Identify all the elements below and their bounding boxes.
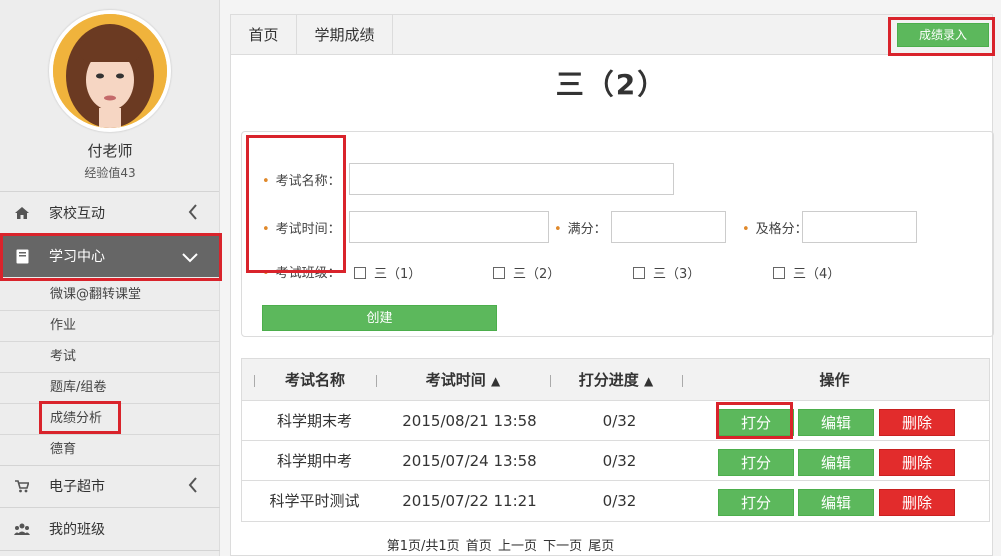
chevron-left-icon	[188, 477, 198, 497]
pagination: 第1页/共1页 首页 上一页 下一页 尾页	[0, 535, 1001, 554]
column-header-progress[interactable]: 打分进度 ▲	[550, 359, 682, 401]
class-checkbox-4[interactable]: 三（4）	[773, 263, 840, 282]
table-row: 科学期中考 2015/07/24 13:58 0/32 打分 编辑 删除	[242, 441, 989, 481]
exam-name-cell: 科学期中考	[276, 452, 352, 470]
page-title: 三（2）	[555, 68, 668, 101]
class-checkbox-2[interactable]: 三（2）	[493, 263, 560, 282]
tab-semester-scores[interactable]: 学期成绩	[297, 15, 393, 55]
exam-time-cell: 2015/07/22 11:21	[402, 492, 537, 510]
main-panel: 首页 学期成绩 成绩录入 三（2） • 考试名称： • 考试时间： • 考试班级： •…	[230, 14, 994, 556]
edit-button[interactable]: 编辑	[798, 409, 874, 436]
sidebar-item-e-market[interactable]: 电子超市	[0, 465, 220, 507]
next-page-link[interactable]: 下一页	[543, 539, 582, 554]
progress-cell: 0/32	[602, 412, 637, 430]
chevron-left-icon	[188, 204, 198, 224]
delete-button[interactable]: 删除	[879, 449, 955, 476]
checkbox-icon	[633, 266, 645, 279]
group-icon	[14, 522, 30, 536]
sidebar-item-label: 电子超市	[49, 479, 105, 495]
prev-page-link[interactable]: 上一页	[498, 539, 537, 554]
column-header-actions: 操作	[819, 371, 850, 389]
experience-value: 经验值43	[84, 166, 136, 180]
table-row: 科学期末考 2015/08/21 13:58 0/32 打分 编辑 删除	[242, 401, 989, 441]
delete-button[interactable]: 删除	[879, 489, 955, 516]
chevron-down-icon	[182, 248, 198, 267]
sidebar-item-label: 学习中心	[49, 249, 105, 265]
last-page-link[interactable]: 尾页	[588, 539, 614, 554]
book-icon	[14, 249, 30, 263]
first-page-link[interactable]: 首页	[466, 539, 492, 554]
cart-icon	[14, 479, 30, 493]
sidebar-subitem-homework[interactable]: 作业	[0, 311, 220, 342]
teacher-name: 付老师	[87, 142, 133, 160]
sidebar-item-label: 家校互动	[49, 206, 105, 222]
progress-cell: 0/32	[602, 492, 637, 510]
profile-panel: 付老师 经验值43	[0, 0, 219, 192]
sidebar-subitem-moral-education[interactable]: 德育	[0, 435, 220, 466]
home-icon	[14, 206, 30, 220]
exam-time-cell: 2015/07/24 13:58	[402, 452, 537, 470]
delete-button[interactable]: 删除	[879, 409, 955, 436]
class-checkbox-1[interactable]: 三（1）	[354, 263, 421, 282]
avatar[interactable]	[49, 10, 171, 132]
exam-name-cell: 科学平时测试	[269, 492, 360, 510]
exam-name-input[interactable]	[349, 163, 674, 195]
sidebar-subitem-exam[interactable]: 考试	[0, 342, 220, 373]
pass-score-label: • 及格分：	[742, 222, 808, 237]
exam-name-cell: 科学期末考	[276, 412, 352, 430]
sidebar: 付老师 经验值43 家校互动 学习中心 微课@翻转课堂 作业 考试 题库/组卷 …	[0, 0, 220, 556]
checkbox-icon	[354, 266, 366, 279]
sort-up-icon: ▲	[491, 374, 501, 388]
exam-time-label: • 考试时间：	[262, 222, 341, 237]
sidebar-item-home-school[interactable]: 家校互动	[0, 192, 220, 234]
full-score-label: • 满分：	[554, 222, 607, 237]
create-exam-form: • 考试名称： • 考试时间： • 考试班级： • 满分： • 及格分： 三（1） 三（2…	[241, 131, 994, 337]
grade-button[interactable]: 打分	[718, 489, 794, 516]
exam-time-input[interactable]	[349, 211, 549, 243]
pass-score-input[interactable]	[802, 211, 917, 243]
grade-button[interactable]: 打分	[718, 409, 794, 436]
edit-button[interactable]: 编辑	[798, 449, 874, 476]
grade-button[interactable]: 打分	[718, 449, 794, 476]
exam-name-label: • 考试名称：	[262, 174, 341, 189]
progress-cell: 0/32	[602, 452, 637, 470]
sidebar-subitem-question-bank[interactable]: 题库/组卷	[0, 373, 220, 404]
exam-class-label: • 考试班级：	[262, 266, 341, 281]
sidebar-subitem-micro-course[interactable]: 微课@翻转课堂	[0, 280, 220, 311]
full-score-input[interactable]	[611, 211, 726, 243]
checkbox-icon	[773, 266, 785, 279]
column-header-name: 考试名称	[284, 371, 345, 389]
score-entry-button[interactable]: 成绩录入	[897, 23, 989, 47]
sort-up-icon: ▲	[644, 374, 654, 388]
checkbox-icon	[493, 266, 505, 279]
exam-table: 考试名称 考试时间 ▲ 打分进度 ▲ 操作 科学期末考 2015/08/21 1…	[241, 358, 990, 522]
sidebar-item-learning-center[interactable]: 学习中心	[0, 235, 220, 277]
table-header: 考试名称 考试时间 ▲ 打分进度 ▲ 操作	[242, 359, 989, 401]
column-header-time[interactable]: 考试时间 ▲	[376, 359, 550, 401]
create-button[interactable]: 创建	[262, 305, 497, 331]
tab-home[interactable]: 首页	[231, 15, 297, 55]
exam-time-cell: 2015/08/21 13:58	[402, 412, 537, 430]
table-row: 科学平时测试 2015/07/22 11:21 0/32 打分 编辑 删除	[242, 481, 989, 521]
class-checkbox-3[interactable]: 三（3）	[633, 263, 700, 282]
page-info: 第1页/共1页	[386, 539, 460, 554]
sidebar-subitem-score-analysis[interactable]: 成绩分析	[0, 404, 220, 435]
top-toolbar: 首页 学期成绩 成绩录入	[231, 15, 992, 55]
edit-button[interactable]: 编辑	[798, 489, 874, 516]
